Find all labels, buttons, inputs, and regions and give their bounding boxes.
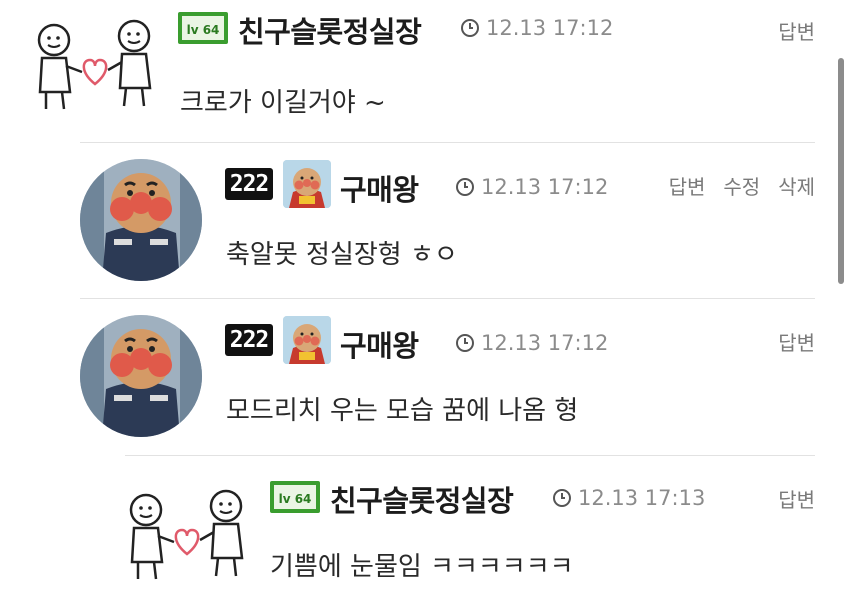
scrollbar[interactable] [838, 58, 844, 284]
time-label: 12.13 17:12 [481, 331, 609, 355]
comment-actions: 답변 [778, 484, 815, 513]
anpanman-avatar-icon [80, 315, 202, 437]
holding-hands-avatar-icon [129, 489, 244, 580]
level-badge: lv 64 [270, 481, 320, 513]
delete-button[interactable]: 삭제 [778, 171, 815, 200]
clock-icon [461, 19, 479, 37]
rank-badge: 222 [225, 168, 273, 200]
author-name[interactable]: 구매왕 [340, 167, 419, 209]
comment-item: lv 64 친구슬롯정실장 12.13 17:12 답변 크로가 이길거야 ~ [0, 0, 850, 143]
holding-hands-avatar-icon [37, 19, 152, 110]
level-badge: lv 64 [178, 12, 228, 44]
comment-time: 12.13 17:13 [552, 486, 705, 510]
comment-actions: 답변 [778, 327, 815, 356]
comment-time: 12.13 17:12 [455, 175, 608, 199]
comment-item: 222 구매왕 12.13 17:12 답변 수정 삭제 축알못 정실장형 ㅎㅇ [0, 143, 850, 299]
comment-text: 기쁨에 눈물임 ㅋㅋㅋㅋㅋㅋ [270, 552, 574, 582]
reply-button[interactable]: 답변 [669, 171, 706, 200]
rank-badge: 222 [225, 324, 273, 356]
avatar[interactable] [80, 315, 202, 437]
level-badge-label: lv 64 [187, 23, 220, 37]
clock-icon [456, 334, 474, 352]
avatar[interactable] [122, 484, 252, 584]
anpanman-avatar-icon [80, 159, 202, 281]
author-name[interactable]: 구매왕 [340, 323, 419, 365]
time-label: 12.13 17:12 [481, 175, 609, 199]
comment-item: 222 구매왕 12.13 17:12 답변 모드리치 우는 모습 꿈에 나옴 … [0, 299, 850, 456]
user-icon [283, 316, 331, 364]
comment-text: 크로가 이길거야 ~ [180, 88, 386, 118]
comment-actions: 답변 [778, 16, 815, 45]
comment-time: 12.13 17:12 [460, 16, 613, 40]
clock-icon [553, 489, 571, 507]
comment-item: lv 64 친구슬롯정실장 12.13 17:13 답변 기쁨에 눈물임 ㅋㅋㅋ… [0, 456, 850, 599]
edit-button[interactable]: 수정 [723, 171, 760, 200]
time-label: 12.13 17:12 [486, 16, 614, 40]
comment-actions: 답변 수정 삭제 [669, 171, 815, 200]
level-badge-label: lv 64 [279, 492, 312, 506]
time-label: 12.13 17:13 [578, 486, 706, 510]
author-name[interactable]: 친구슬롯정실장 [330, 478, 514, 520]
reply-button[interactable]: 답변 [778, 16, 815, 45]
comment-text: 축알못 정실장형 ㅎㅇ [226, 240, 458, 270]
reply-button[interactable]: 답변 [778, 327, 815, 356]
avatar[interactable] [80, 159, 202, 281]
reply-button[interactable]: 답변 [778, 484, 815, 513]
clock-icon [456, 178, 474, 196]
avatar[interactable] [30, 14, 160, 114]
comment-text: 모드리치 우는 모습 꿈에 나옴 형 [226, 396, 579, 426]
author-name[interactable]: 친구슬롯정실장 [238, 9, 422, 51]
comment-time: 12.13 17:12 [455, 331, 608, 355]
user-icon [283, 160, 331, 208]
